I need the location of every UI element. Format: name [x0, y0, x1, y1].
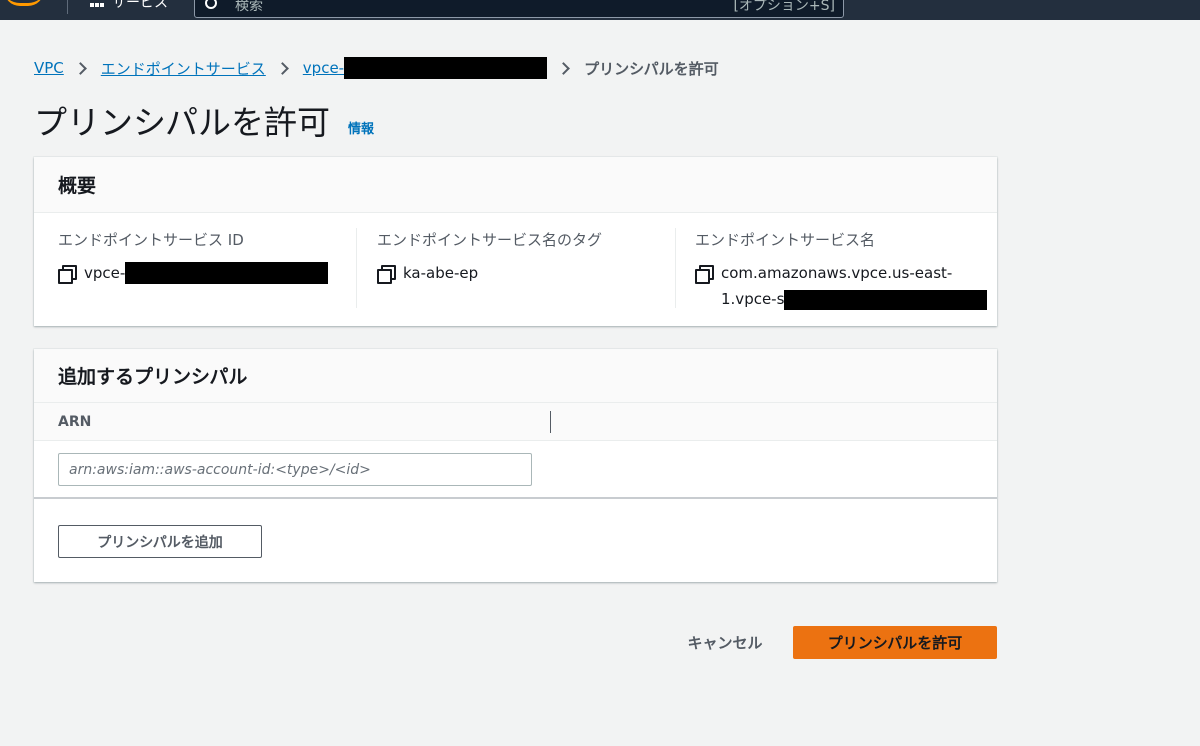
add-principal-button[interactable]: プリンシパルを追加: [58, 525, 262, 558]
principals-header: 追加するプリンシパル: [34, 349, 997, 403]
chevron-right-icon: [73, 61, 87, 75]
redaction-bar: [344, 57, 548, 79]
service-id-label: エンドポイントサービス ID: [58, 231, 244, 249]
services-menu[interactable]: サービス: [112, 0, 168, 12]
service-name-column: エンドポイントサービス名 com.amazonaws.vpce.us-east-…: [695, 229, 988, 312]
breadcrumb-current: プリンシパルを許可: [584, 59, 719, 78]
column-divider: [675, 228, 676, 308]
service-tag-text: ka-abe-ep: [403, 264, 479, 282]
service-name-value: com.amazonaws.vpce.us-east- 1.vpce-s: [695, 260, 988, 312]
service-tag-value: ka-abe-ep: [377, 260, 602, 286]
copy-icon[interactable]: [58, 265, 77, 284]
service-name-line2: 1.vpce-s: [721, 290, 785, 308]
summary-heading: 概要: [58, 175, 97, 197]
search-bar[interactable]: 検索 [オプション+S]: [194, 0, 844, 18]
service-name-text: com.amazonaws.vpce.us-east- 1.vpce-s: [721, 260, 988, 312]
cancel-button[interactable]: キャンセル: [670, 626, 780, 659]
arn-input[interactable]: [58, 453, 532, 486]
search-placeholder: 検索: [235, 0, 263, 14]
service-name-line1: com.amazonaws.vpce.us-east-: [721, 264, 953, 282]
redaction-bar: [784, 289, 988, 310]
nav-divider: [67, 0, 68, 14]
services-grid-icon[interactable]: [90, 0, 104, 8]
arn-table-header: ARN: [34, 403, 997, 441]
aws-logo[interactable]: [4, 0, 44, 6]
breadcrumb-vpc[interactable]: VPC: [34, 59, 64, 77]
service-name-label: エンドポイントサービス名: [695, 231, 876, 249]
principals-panel: 追加するプリンシパル ARN プリンシパルを追加: [34, 349, 997, 582]
service-tag-label: エンドポイントサービス名のタグ: [377, 231, 603, 249]
breadcrumb-endpoint-service-id[interactable]: vpce-: [303, 59, 344, 77]
breadcrumb: VPC エンドポイントサービス vpce- プリンシパルを許可: [34, 57, 719, 79]
table-row: [34, 441, 997, 499]
copy-icon[interactable]: [377, 265, 396, 284]
summary-header: 概要: [34, 157, 997, 213]
top-navigation-bar: サービス 検索 [オプション+S]: [0, 0, 1200, 20]
summary-panel: 概要 エンドポイントサービス ID vpce- エンドポイントサービス名のタグ …: [34, 157, 997, 326]
chevron-right-icon: [275, 61, 289, 75]
service-tag-column: エンドポイントサービス名のタグ ka-abe-ep: [377, 229, 602, 286]
info-link[interactable]: 情報: [348, 118, 374, 137]
column-divider: [356, 228, 357, 308]
search-shortcut-hint: [オプション+S]: [733, 0, 835, 14]
chevron-right-icon: [557, 61, 570, 75]
service-id-text: vpce-: [84, 264, 126, 282]
copy-icon[interactable]: [695, 265, 714, 284]
allow-principals-button[interactable]: プリンシパルを許可: [793, 626, 997, 659]
service-id-column: エンドポイントサービス ID vpce-: [58, 229, 329, 286]
service-id-value: vpce-: [58, 260, 329, 286]
search-icon: [205, 0, 217, 9]
redaction-bar: [125, 262, 329, 284]
principals-heading: 追加するプリンシパル: [58, 366, 248, 388]
column-resize-handle[interactable]: [550, 411, 551, 433]
page-title: プリンシパルを許可: [34, 103, 331, 142]
arn-column-header: ARN: [58, 414, 92, 430]
breadcrumb-endpoint-services[interactable]: エンドポイントサービス: [101, 58, 266, 79]
summary-columns: エンドポイントサービス ID vpce- エンドポイントサービス名のタグ ka-…: [34, 213, 997, 326]
